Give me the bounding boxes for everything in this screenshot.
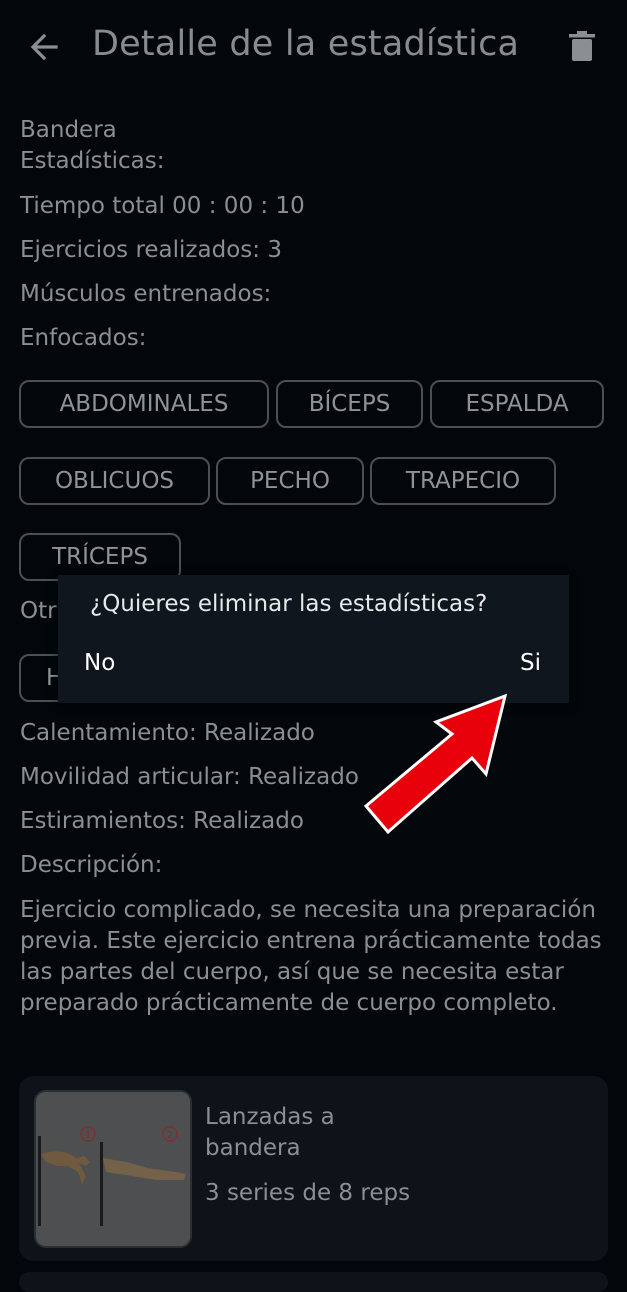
dialog-message: ¿Quieres eliminar las estadísticas? <box>90 591 488 617</box>
exercise-card-subtitle: 3 series de 8 reps <box>205 1180 411 1206</box>
exercises-done: Ejercicios realizados: 3 <box>20 237 282 263</box>
chip-trapecio[interactable]: TRAPECIO <box>370 457 556 505</box>
warmup-status: Calentamiento: Realizado <box>20 720 315 746</box>
exercise-card[interactable]: 1 2 Lanzadas a bandera 3 series de 8 rep… <box>19 1076 608 1261</box>
chip-oblicuos[interactable]: OBLICUOS <box>19 457 210 505</box>
mobility-status: Movilidad articular: Realizado <box>20 764 359 790</box>
stretching-status: Estiramientos: Realizado <box>20 808 304 834</box>
statistic-detail-screen: Detalle de la estadística Bandera Estadí… <box>0 0 627 1292</box>
arrow-left-icon <box>30 33 58 61</box>
focused-label: Enfocados: <box>20 325 147 351</box>
step-2-label: 2 <box>167 1130 173 1141</box>
chip-biceps[interactable]: BÍCEPS <box>276 380 423 428</box>
delete-confirmation-dialog: ¿Quieres eliminar las estadísticas? No S… <box>58 575 569 703</box>
delete-button[interactable] <box>563 28 601 66</box>
chip-triceps[interactable]: TRÍCEPS <box>19 533 181 581</box>
description-label: Descripción: <box>20 852 163 878</box>
exercise-card-next[interactable] <box>19 1272 608 1292</box>
step-1-label: 1 <box>85 1130 91 1141</box>
others-label: Otr <box>20 598 57 624</box>
chip-pecho[interactable]: PECHO <box>216 457 364 505</box>
back-button[interactable] <box>24 26 66 68</box>
exercise-image: 1 2 <box>34 1090 192 1248</box>
page-title: Detalle de la estadística <box>92 24 520 64</box>
dialog-no-button[interactable]: No <box>84 650 115 676</box>
description-text: Ejercicio complicado, se necesita una pr… <box>20 897 602 1016</box>
exercise-card-title: Lanzadas a bandera <box>205 1104 335 1161</box>
chip-espalda[interactable]: ESPALDA <box>430 380 604 428</box>
exercise-name: Bandera <box>20 117 117 143</box>
dialog-yes-button[interactable]: Si <box>520 650 541 676</box>
red-arrow-icon <box>363 693 508 835</box>
trash-icon <box>569 31 595 61</box>
stats-label: Estadísticas: <box>20 148 165 174</box>
muscles-label: Músculos entrenados: <box>20 281 272 307</box>
exercise-illustration-icon: 1 2 <box>36 1092 190 1246</box>
chip-abdominales[interactable]: ABDOMINALES <box>19 380 269 428</box>
total-time: Tiempo total 00 : 00 : 10 <box>20 193 305 219</box>
app-bar: Detalle de la estadística <box>0 0 627 96</box>
